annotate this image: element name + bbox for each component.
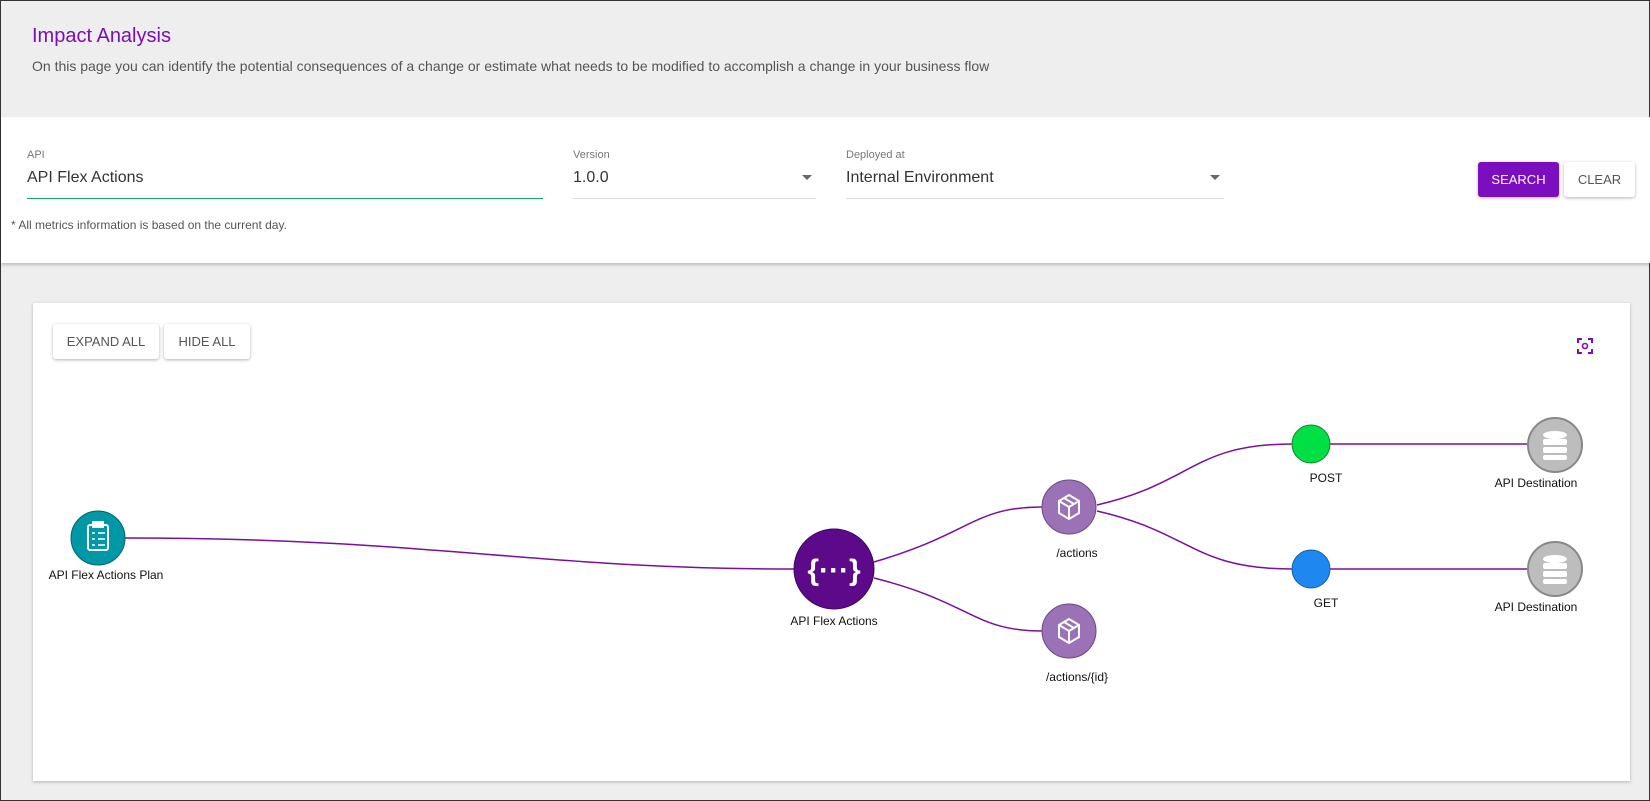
- metrics-note: * All metrics information is based on th…: [11, 218, 287, 232]
- node-label: GET: [1314, 596, 1339, 610]
- node-destination-1[interactable]: API Destination: [1495, 417, 1583, 490]
- node-api[interactable]: {···} API Flex Actions: [790, 528, 878, 628]
- chevron-down-icon: [802, 175, 812, 180]
- node-actions-id[interactable]: /actions/{id}: [1041, 603, 1108, 684]
- node-get[interactable]: GET: [1291, 549, 1339, 610]
- node-actions[interactable]: /actions: [1041, 479, 1098, 560]
- api-field[interactable]: API API Flex Actions: [27, 149, 543, 199]
- graph-card: EXPAND ALL HIDE ALL API Flex Actions Pla…: [33, 303, 1630, 781]
- node-label: API Flex Actions Plan: [49, 568, 164, 582]
- deployed-label: Deployed at: [846, 149, 905, 161]
- edge-actions-post: [1096, 443, 1293, 506]
- node-post[interactable]: POST: [1291, 424, 1343, 485]
- edge-api-actionsid: [873, 577, 1044, 632]
- deployed-value: Internal Environment: [846, 169, 994, 186]
- version-select[interactable]: Version 1.0.0: [573, 149, 816, 199]
- edge-actions-get: [1096, 510, 1293, 570]
- node-label: API Flex Actions: [790, 614, 877, 628]
- node-label: API Destination: [1495, 476, 1578, 490]
- braces-icon: {···}: [807, 554, 861, 587]
- node-label: POST: [1310, 471, 1343, 485]
- version-label: Version: [573, 149, 610, 161]
- node-label: API Destination: [1495, 600, 1578, 614]
- page-title: Impact Analysis: [32, 25, 171, 47]
- node-label: /actions/{id}: [1046, 670, 1108, 684]
- node-plan[interactable]: API Flex Actions Plan: [49, 510, 164, 582]
- version-value: 1.0.0: [573, 169, 609, 186]
- node-destination-2[interactable]: API Destination: [1495, 541, 1583, 614]
- filter-panel: API API Flex Actions Version 1.0.0 Deplo…: [1, 117, 1650, 263]
- page-subtitle: On this page you can identify the potent…: [32, 58, 990, 74]
- clear-button[interactable]: CLEAR: [1564, 162, 1635, 197]
- edge-api-actions: [873, 506, 1044, 563]
- node-label: /actions: [1056, 546, 1097, 560]
- deployed-select[interactable]: Deployed at Internal Environment: [846, 149, 1224, 199]
- search-button[interactable]: SEARCH: [1478, 162, 1559, 197]
- dependency-graph: API Flex Actions Plan {···} API Flex Act…: [49, 417, 1583, 684]
- chevron-down-icon: [1210, 175, 1220, 180]
- api-input[interactable]: API Flex Actions: [27, 169, 543, 187]
- edge-plan-api: [124, 537, 795, 570]
- api-label: API: [27, 149, 45, 161]
